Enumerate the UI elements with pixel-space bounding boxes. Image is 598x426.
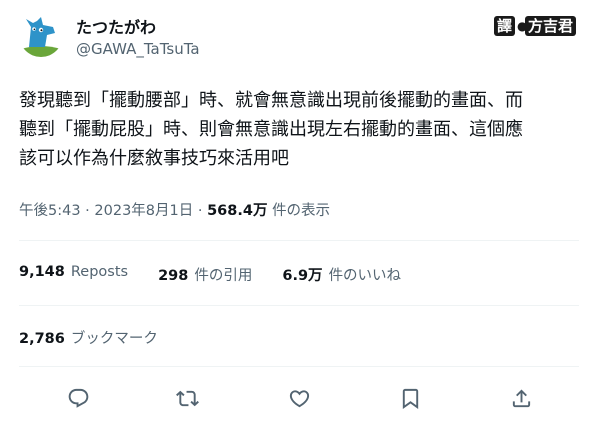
reply-button[interactable] bbox=[64, 384, 92, 412]
reposts-label: Reposts bbox=[70, 264, 129, 280]
divider bbox=[19, 366, 579, 367]
tweet-text-line: 該可以作為什麼敘事技巧來活用吧 bbox=[19, 148, 289, 169]
views-label: 件の表示 bbox=[272, 203, 331, 219]
share-icon bbox=[512, 388, 530, 407]
author-handle[interactable]: @GAWA_TaTsuTa bbox=[76, 40, 200, 58]
action-bar bbox=[0, 380, 598, 416]
likes-stat[interactable]: 6.9万 件のいいね bbox=[282, 264, 401, 285]
likes-count: 6.9万 bbox=[282, 268, 323, 284]
meta-separator: · bbox=[197, 203, 203, 219]
bookmarks-count: 2,786 bbox=[19, 331, 65, 347]
tweet-text-line: 聽到「擺動屁股」時、則會無意識出現左右擺動的畫面、這個應 bbox=[19, 119, 523, 140]
quotes-label: 件の引用 bbox=[194, 268, 253, 284]
bookmarks-stat[interactable]: 2,786 ブックマーク bbox=[19, 327, 158, 348]
heart-icon bbox=[289, 389, 309, 407]
translator-badge-name: 方吉君 bbox=[524, 16, 576, 36]
reposts-count: 9,148 bbox=[19, 264, 65, 280]
quotes-stat[interactable]: 298 件の引用 bbox=[158, 264, 252, 285]
reposts-stat[interactable]: 9,148 Reposts bbox=[19, 264, 128, 285]
tweet-text-line: 發現聽到「擺動腰部」時、就會無意識出現前後擺動的畫面、而 bbox=[19, 90, 523, 111]
tweet-card: たつたがわ @GAWA_TaTsuTa 譯 ● 方吉君 發現聽到「擺動腰部」時、… bbox=[0, 0, 598, 426]
author-avatar[interactable] bbox=[19, 13, 63, 57]
badge-separator-icon: ● bbox=[516, 19, 528, 33]
repost-icon bbox=[175, 390, 199, 406]
blue-dog-avatar-icon bbox=[19, 13, 63, 57]
author-display-name[interactable]: たつたがわ bbox=[76, 14, 156, 38]
bookmarks-label: ブックマーク bbox=[70, 331, 158, 347]
bookmark-icon bbox=[402, 388, 418, 409]
divider bbox=[19, 305, 579, 306]
engagement-stats: 9,148 Reposts 298 件の引用 6.9万 件のいいね bbox=[19, 264, 401, 285]
reply-icon bbox=[68, 388, 88, 408]
likes-label: 件のいいね bbox=[328, 268, 402, 284]
share-button[interactable] bbox=[507, 384, 535, 412]
meta-separator: · bbox=[85, 203, 90, 219]
bookmark-button[interactable] bbox=[396, 384, 424, 412]
divider bbox=[19, 240, 579, 241]
translator-badge-mark: 譯 bbox=[493, 16, 515, 36]
quotes-count: 298 bbox=[158, 268, 189, 284]
tweet-time[interactable]: 午後5:43 bbox=[19, 203, 81, 219]
like-button[interactable] bbox=[285, 384, 313, 412]
tweet-meta: 午後5:43 · 2023年8月1日 · 568.4万 件の表示 bbox=[19, 199, 330, 220]
tweet-text: 發現聽到「擺動腰部」時、就會無意識出現前後擺動的畫面、而 聽到「擺動屁股」時、則… bbox=[19, 86, 581, 173]
translator-badge: 譯 ● 方吉君 bbox=[493, 16, 576, 36]
repost-button[interactable] bbox=[173, 384, 201, 412]
tweet-date[interactable]: 2023年8月1日 bbox=[94, 203, 193, 219]
views-count[interactable]: 568.4万 bbox=[207, 203, 267, 219]
